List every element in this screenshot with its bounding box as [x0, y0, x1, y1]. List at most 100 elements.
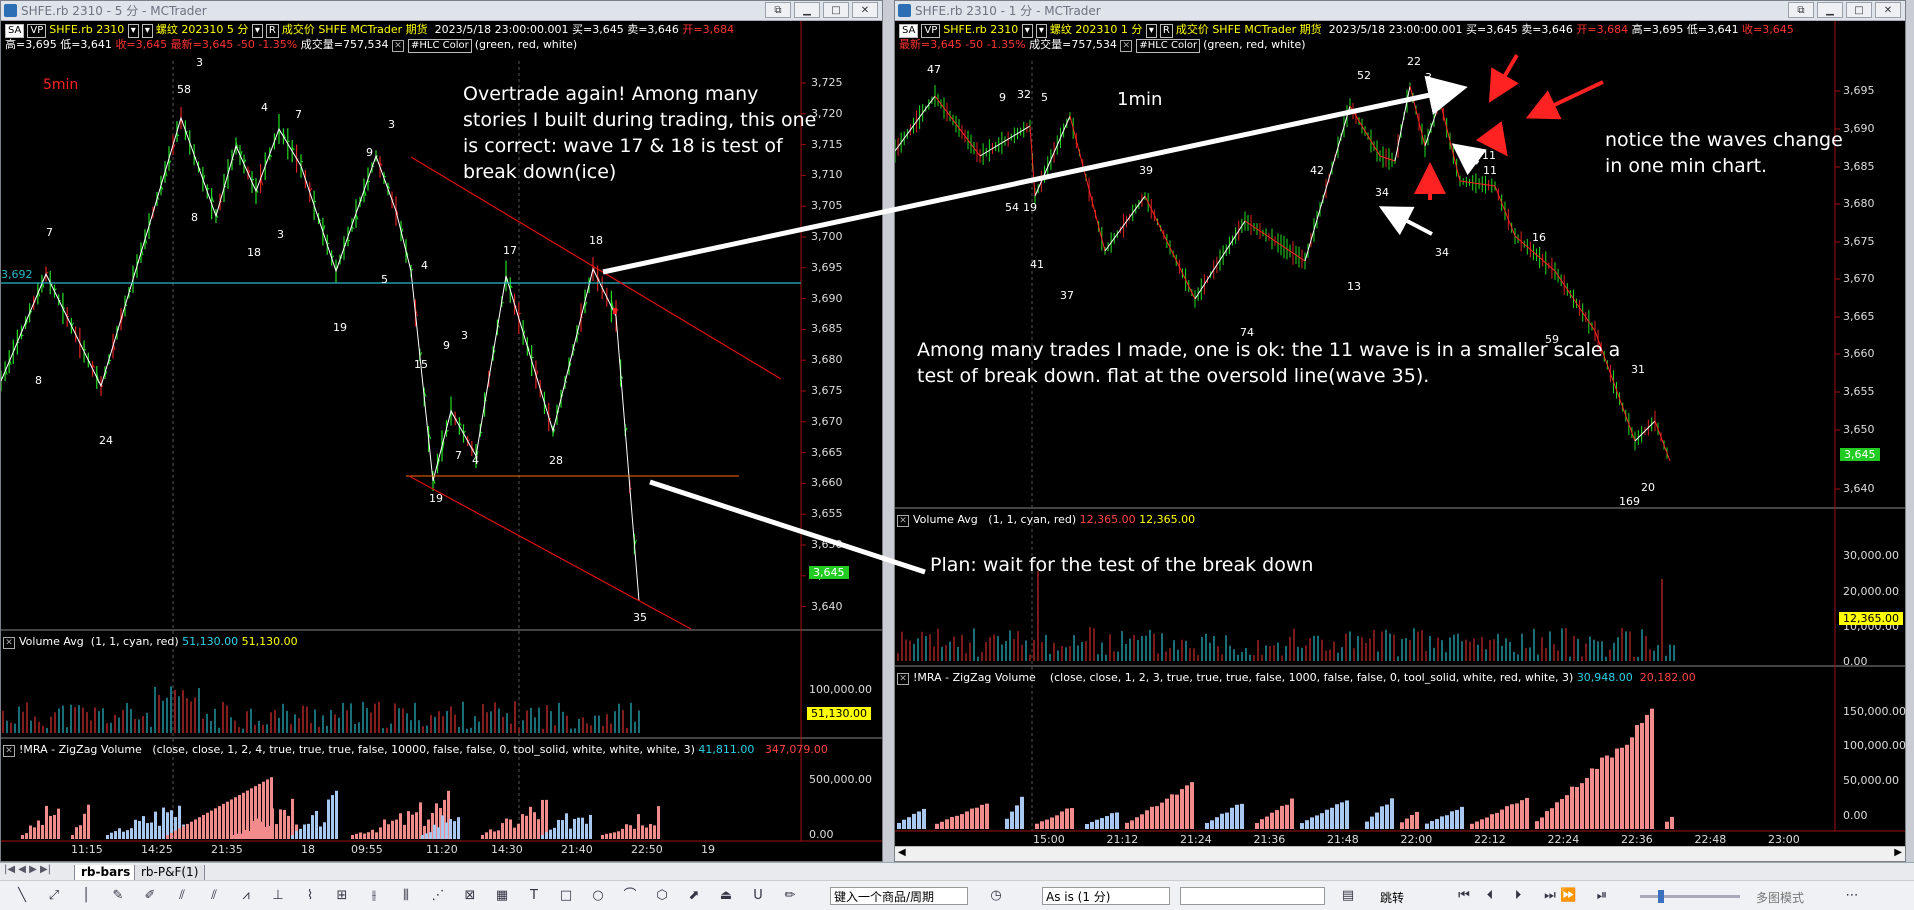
table-icon[interactable]: ⊠ — [462, 888, 478, 904]
r-button[interactable]: R — [266, 24, 279, 38]
arc-icon[interactable]: ⌒ — [622, 888, 638, 904]
window-titlebar[interactable]: SHFE.rb 2310 - 1 分 - MCTrader ⧉ ▁ □ ✕ — [895, 1, 1905, 21]
zigzag-volume-bar — [617, 831, 620, 839]
price-tick: 3,665 — [811, 446, 843, 459]
restore-icon[interactable]: ⧉ — [1788, 2, 1814, 18]
rectangle-icon[interactable]: □ — [558, 888, 574, 904]
zigzag-volume-bar — [1040, 821, 1044, 829]
zigzag-volume-bar — [1510, 804, 1514, 829]
chart-area[interactable]: SAVPSHFE.rb 2310 ▾▾螺纹 202310 1 分 ▾R成交价 S… — [895, 21, 1905, 861]
bars-icon[interactable]: ⫼ — [398, 888, 414, 904]
line-tool-icon[interactable]: ╲ — [14, 888, 30, 904]
resolution-dropdown[interactable]: ▾ — [252, 24, 263, 38]
symbol-dropdown[interactable]: ▾ — [1022, 24, 1033, 38]
vertical-line-icon[interactable]: │ — [78, 888, 94, 904]
close-button[interactable]: ✕ — [852, 2, 878, 18]
pen-tool-icon[interactable]: ✎ — [110, 888, 126, 904]
restore-icon[interactable]: ⧉ — [765, 2, 791, 18]
close-indicator-icon[interactable]: ✕ — [392, 40, 404, 52]
fast-forward-icon[interactable]: ⏩ — [1560, 888, 1576, 904]
symbol-input[interactable]: 键入一个商品/周期 — [830, 887, 968, 905]
time-tick: 21:24 — [1180, 833, 1212, 846]
hlc-color-indicator[interactable]: #HLC Color — [408, 39, 472, 53]
maximize-button[interactable]: □ — [823, 2, 849, 18]
multiview-button[interactable]: 多图模式 — [1756, 889, 1804, 906]
fib-icon[interactable]: ⌇ — [302, 888, 318, 904]
scale-select[interactable]: As is (1 分) — [1042, 887, 1170, 905]
sa-button[interactable]: SA — [5, 24, 24, 38]
calendar-icon[interactable]: ▦ — [494, 888, 510, 904]
zigzag-volume-bar — [79, 825, 82, 839]
close-panel-icon[interactable]: ✕ — [3, 637, 15, 649]
zigzag-volume-bar — [1590, 768, 1594, 829]
next-icon[interactable]: ⏵ — [1510, 888, 1526, 904]
workspace-tabs: |◀ ◀ ▶ ▶| rb-bars rb-P&F(1) — [0, 862, 1914, 881]
chart-type-dropdown[interactable]: ▾ — [1036, 24, 1047, 38]
close-panel-icon[interactable]: ✕ — [897, 515, 909, 527]
wave-label: 59 — [1545, 333, 1559, 346]
tab-rb-bars[interactable]: rb-bars — [74, 865, 137, 881]
slider-handle[interactable] — [1658, 890, 1664, 903]
multiline-icon[interactable]: ⫲ — [366, 888, 382, 904]
zigzag-volume-bar — [1140, 814, 1144, 829]
chart-area[interactable]: SAVPSHFE.rb 2310 ▾▾螺纹 202310 5 分 ▾R成交价 S… — [1, 21, 882, 861]
app-icon — [4, 4, 17, 17]
u-tool-icon[interactable]: U — [750, 888, 766, 904]
vp-button[interactable]: VP — [921, 24, 940, 38]
hlc-color-indicator[interactable]: #HLC Color — [1136, 39, 1200, 53]
close-panel-icon[interactable]: ✕ — [897, 673, 909, 685]
gann-icon[interactable]: ⩘ — [238, 888, 254, 904]
zoom-slider[interactable] — [1640, 895, 1740, 898]
first-page-icon[interactable]: ⏮ — [1456, 888, 1472, 904]
wave-label: 19 — [1023, 201, 1037, 214]
close-indicator-icon[interactable]: ✕ — [1120, 40, 1132, 52]
polygon-icon[interactable]: ⬡ — [654, 888, 670, 904]
edit-icon[interactable]: ✏ — [782, 888, 798, 904]
chart-type-dropdown[interactable]: ▾ — [142, 24, 153, 38]
jump-button[interactable]: 跳转 — [1380, 889, 1404, 906]
chart-window-1min[interactable]: SHFE.rb 2310 - 1 分 - MCTrader ⧉ ▁ □ ✕ SA… — [894, 0, 1906, 862]
ellipse-icon[interactable]: ○ — [590, 888, 606, 904]
marker-icon[interactable]: ⏏ — [718, 888, 734, 904]
search-input[interactable] — [1180, 887, 1325, 905]
last-page-icon[interactable]: ⏭ — [1542, 888, 1558, 904]
tab-rb-pf[interactable]: rb-P&F(1) — [134, 865, 205, 881]
parallel-lines-icon[interactable]: ⫽ — [174, 888, 190, 904]
clock-icon[interactable]: ◷ — [988, 888, 1004, 904]
time: 23:00:00.001 — [495, 23, 569, 36]
arrow-up-icon[interactable]: ⬈ — [686, 888, 702, 904]
brush-tool-icon[interactable]: ✐ — [142, 888, 158, 904]
zigzag-volume-bar — [1505, 806, 1509, 829]
close-button[interactable]: ✕ — [1875, 2, 1901, 18]
close-panel-icon[interactable]: ✕ — [3, 745, 15, 757]
zigzag-volume-bar — [315, 811, 318, 839]
horizontal-scrollbar[interactable]: ◀ ▶ — [895, 846, 1905, 861]
zigzag-segment — [1440, 101, 1460, 181]
prev-icon[interactable]: ⏴ — [1482, 888, 1498, 904]
ray-tool-icon[interactable]: ⤢ — [46, 888, 62, 904]
more-options-icon[interactable]: ⋯ — [1844, 888, 1860, 904]
scroll-left-icon[interactable]: ◀ — [898, 847, 906, 858]
grid-icon[interactable]: ⊞ — [334, 888, 350, 904]
vp-button[interactable]: VP — [27, 24, 46, 38]
trendline-icon[interactable]: ⊥ — [270, 888, 286, 904]
tab-nav-icon[interactable]: |◀ ◀ ▶ ▶| — [4, 864, 51, 875]
scroll-right-icon[interactable]: ▶ — [1894, 847, 1902, 858]
play-pause-icon[interactable]: ⏯ — [1594, 888, 1610, 904]
minimize-button[interactable]: ▁ — [794, 2, 820, 18]
minimize-button[interactable]: ▁ — [1817, 2, 1843, 18]
text-tool-icon[interactable]: T — [526, 888, 542, 904]
chart-window-5min[interactable]: SHFE.rb 2310 - 5 分 - MCTrader ⧉ ▁ □ ✕ SA… — [0, 0, 883, 862]
sa-button[interactable]: SA — [899, 24, 918, 38]
r-button[interactable]: R — [1160, 24, 1173, 38]
resolution-dropdown[interactable]: ▾ — [1146, 24, 1157, 38]
list-icon[interactable]: ▤ — [1340, 888, 1356, 904]
zigzag-volume-bar — [1585, 778, 1589, 829]
path-icon[interactable]: ⋰ — [430, 888, 446, 904]
channel-icon[interactable]: ⫽ — [206, 888, 222, 904]
wave-label: 11 — [1483, 164, 1497, 177]
maximize-button[interactable]: □ — [1846, 2, 1872, 18]
zigzag-volume-bar — [537, 819, 540, 839]
symbol-dropdown[interactable]: ▾ — [128, 24, 139, 38]
window-titlebar[interactable]: SHFE.rb 2310 - 5 分 - MCTrader ⧉ ▁ □ ✕ — [1, 1, 882, 21]
